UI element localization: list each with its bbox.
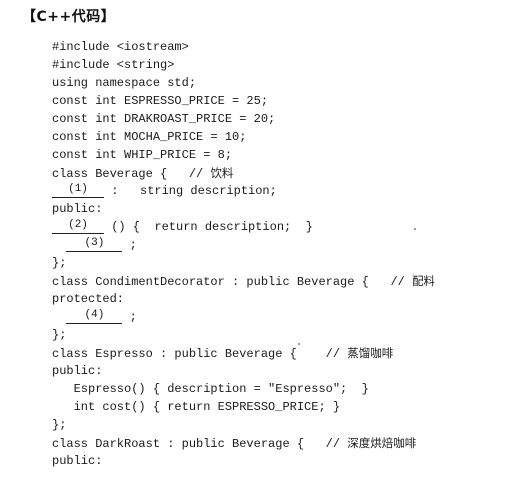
code-text: ;	[122, 238, 137, 252]
code-line: };	[52, 418, 67, 432]
scan-speck	[414, 228, 416, 230]
code-line: public:	[52, 202, 103, 216]
code-text: class CondimentDecorator : public Bevera…	[52, 275, 413, 289]
code-line: const int DRAKROAST_PRICE = 20;	[52, 112, 276, 126]
code-comment: 配料	[412, 274, 436, 288]
code-line: public:	[52, 364, 103, 378]
code-text: () { return description; }	[104, 220, 313, 234]
code-listing: #include <iostream> #include <string> us…	[52, 38, 522, 470]
code-line: int cost() { return ESPRESSO_PRICE; }	[52, 400, 341, 414]
code-line-blank-2: (2) () { return description; }	[52, 218, 522, 236]
code-line: #include <string>	[52, 58, 175, 72]
code-line: using namespace std;	[52, 76, 197, 90]
section-heading: 【C++代码】	[22, 9, 116, 25]
code-line-darkroast-class: class DarkRoast : public Beverage { // 深…	[52, 434, 522, 452]
code-text: class Beverage { //	[52, 167, 211, 181]
code-text: : string description;	[104, 184, 277, 198]
code-line: const int MOCHA_PRICE = 10;	[52, 130, 247, 144]
code-line: protected:	[52, 292, 125, 306]
code-line-blank-4: (4) ;	[52, 308, 522, 326]
code-line-decorator-class: class CondimentDecorator : public Bevera…	[52, 272, 522, 290]
code-comment: 蒸馏咖啡	[347, 346, 394, 360]
fill-blank-2: (2)	[52, 218, 104, 234]
code-line: const int ESPRESSO_PRICE = 25;	[52, 94, 269, 108]
code-line: Espresso() { description = "Espresso"; }	[52, 382, 369, 396]
code-line-blank-1: (1) : string description;	[52, 182, 522, 200]
code-text: class DarkRoast : public Beverage { //	[52, 437, 348, 451]
code-line-espresso-class: class Espresso : public Beverage { // 蒸馏…	[52, 344, 522, 362]
code-line: public:	[52, 454, 103, 468]
fill-blank-1: (1)	[52, 182, 104, 198]
code-comment: 深度烘焙咖啡	[347, 436, 417, 450]
code-line: };	[52, 328, 67, 342]
code-comment: 饮料	[210, 166, 234, 180]
code-text: class Espresso : public Beverage { //	[52, 347, 348, 361]
code-line: };	[52, 256, 67, 270]
scan-speck	[298, 343, 300, 345]
code-line-blank-3: (3) ;	[52, 236, 522, 254]
code-line-beverage-class: class Beverage { // 饮料	[52, 164, 522, 182]
code-text: ;	[122, 310, 137, 324]
fill-blank-4: (4)	[66, 308, 123, 324]
code-line: const int WHIP_PRICE = 8;	[52, 148, 233, 162]
fill-blank-3: (3)	[66, 236, 123, 252]
code-line: #include <iostream>	[52, 40, 189, 54]
